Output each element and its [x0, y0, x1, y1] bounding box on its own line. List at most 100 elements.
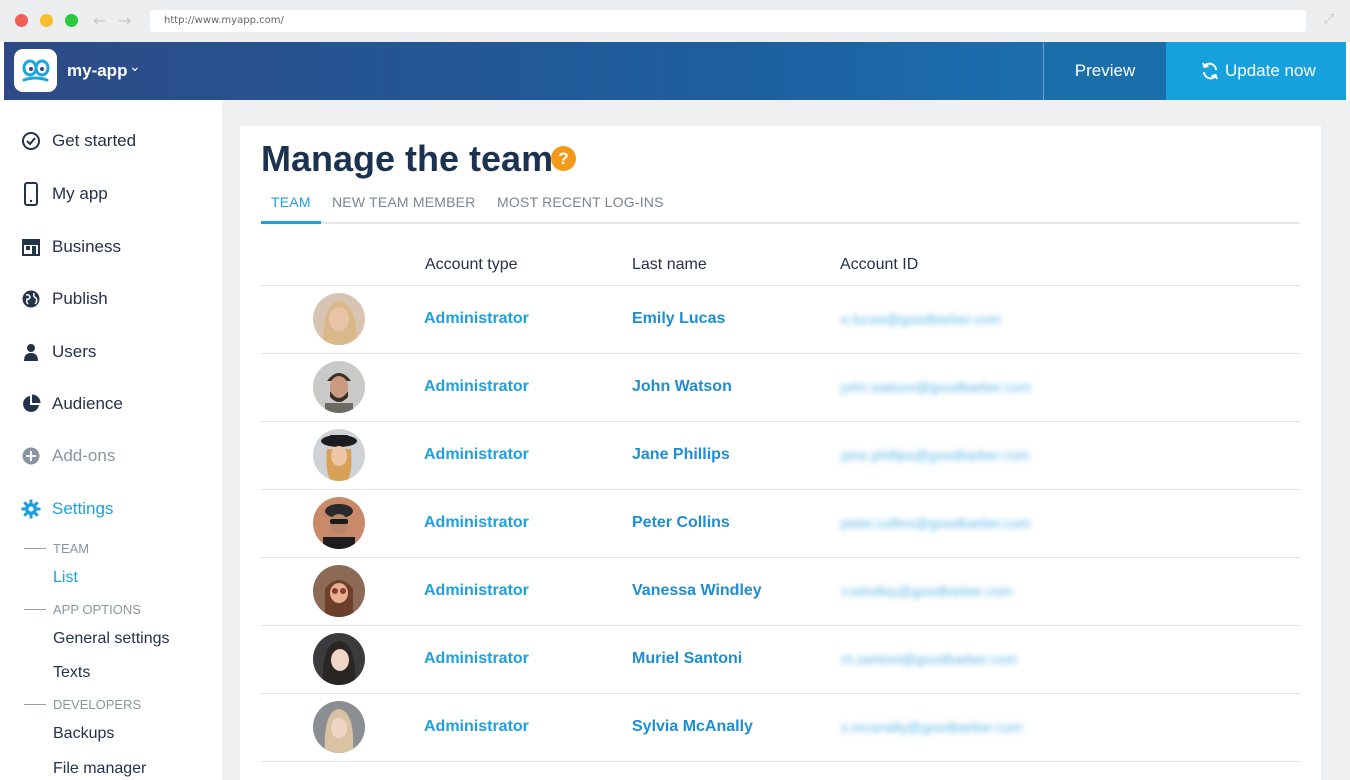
column-header-account-id[interactable]: Account ID	[840, 256, 918, 274]
divider	[24, 704, 46, 705]
app-logo[interactable]	[14, 49, 57, 92]
phone-icon	[20, 182, 42, 206]
account-type-link[interactable]: Administrator	[424, 310, 529, 328]
last-name-link[interactable]: Muriel Santoni	[632, 650, 742, 668]
sidebar-item-label: Get started	[52, 131, 137, 150]
column-header-last-name[interactable]: Last name	[632, 256, 707, 274]
divider	[24, 548, 46, 549]
account-id-text: s.mcanally@goodbarber.com	[841, 719, 1023, 735]
account-type-link[interactable]: Administrator	[424, 378, 529, 396]
divider	[24, 609, 46, 610]
table-row[interactable]: Administrator Emily Lucas e.lucas@goodba…	[261, 286, 1300, 354]
address-bar[interactable]: http://www.myapp.com/	[150, 10, 1306, 32]
maximize-window-button[interactable]	[65, 14, 78, 27]
account-id-text: v.windley@goodbarber.com	[841, 583, 1013, 599]
table-row[interactable]: Administrator Muriel Santoni m.santoni@g…	[261, 626, 1300, 694]
sidebar-item-audience[interactable]: Audience	[20, 391, 123, 417]
update-now-button[interactable]: Update now	[1166, 42, 1346, 100]
table-row[interactable]: Administrator Jane Phillips jane.phillip…	[261, 422, 1300, 490]
account-type-link[interactable]: Administrator	[424, 582, 529, 600]
last-name-link[interactable]: Emily Lucas	[632, 310, 725, 328]
plus-circle-icon	[20, 445, 42, 467]
update-now-label: Update now	[1225, 61, 1316, 80]
account-id-text: jane.phillips@goodbarber.com	[841, 447, 1030, 463]
sidebar-section-developers: DEVELOPERS	[24, 697, 141, 712]
sidebar-item-my-app[interactable]: My app	[20, 181, 108, 207]
account-type-link[interactable]: Administrator	[424, 718, 529, 736]
check-circle-icon	[20, 130, 42, 152]
sidebar-item-add-ons[interactable]: Add-ons	[20, 443, 115, 469]
table-row[interactable]: Administrator Peter Collins peter.collin…	[261, 490, 1300, 558]
minimize-window-button[interactable]	[40, 14, 53, 27]
tab-team[interactable]: TEAM	[271, 194, 311, 210]
gear-icon	[20, 498, 42, 520]
help-icon[interactable]: ?	[551, 146, 576, 171]
avatar	[313, 497, 365, 549]
sidebar-section-title: APP OPTIONS	[53, 602, 141, 617]
tab-new-team-member[interactable]: NEW TEAM MEMBER	[332, 194, 476, 210]
sidebar-section-title: DEVELOPERS	[53, 697, 142, 712]
account-type-link[interactable]: Administrator	[424, 446, 529, 464]
last-name-link[interactable]: Vanessa Windley	[632, 582, 762, 600]
app-name[interactable]: my-app	[67, 61, 127, 81]
sidebar-item-business[interactable]: Business	[20, 234, 121, 260]
expand-icon[interactable]: ⤢	[1324, 12, 1334, 27]
account-id-text: m.santoni@goodbarber.com	[841, 651, 1018, 667]
table-header: Account type Last name Account ID	[261, 252, 1300, 286]
table-row[interactable]: Administrator Sylvia McAnally s.mcanally…	[261, 694, 1300, 762]
avatar	[313, 701, 365, 753]
last-name-link[interactable]: Sylvia McAnally	[632, 718, 753, 736]
sidebar-link-texts[interactable]: Texts	[53, 664, 90, 682]
account-type-link[interactable]: Administrator	[424, 650, 529, 668]
tab-most-recent-log-ins[interactable]: MOST RECENT LOG-INS	[497, 194, 664, 210]
preview-button[interactable]: Preview	[1043, 42, 1166, 100]
avatar	[313, 633, 365, 685]
app-logo-icon	[22, 59, 50, 82]
back-arrow-icon[interactable]: ←	[93, 11, 106, 30]
sidebar: Get started My app Business Publish User…	[0, 100, 222, 780]
sidebar-link-list[interactable]: List	[53, 569, 78, 587]
sidebar-item-label: Settings	[52, 499, 114, 518]
account-id-text: john.watson@goodbarber.com	[841, 379, 1032, 395]
sidebar-section-title: TEAM	[53, 541, 90, 556]
last-name-link[interactable]: John Watson	[632, 378, 732, 396]
pie-chart-icon	[20, 393, 42, 415]
content-card: Manage the team ? TEAM NEW TEAM MEMBER M…	[240, 126, 1321, 780]
app-header: my-app ⌄ Preview Update now	[4, 42, 1346, 100]
sidebar-item-label: My app	[52, 184, 108, 203]
account-id-text: e.lucas@goodbarber.com	[841, 311, 1001, 327]
sidebar-item-get-started[interactable]: Get started	[20, 128, 136, 154]
sidebar-section-app-options: APP OPTIONS	[24, 602, 141, 617]
sidebar-item-publish[interactable]: Publish	[20, 286, 108, 312]
sidebar-section-team: TEAM	[24, 541, 89, 556]
close-window-button[interactable]	[15, 14, 28, 27]
avatar	[313, 565, 365, 617]
account-type-link[interactable]: Administrator	[424, 514, 529, 532]
last-name-link[interactable]: Jane Phillips	[632, 446, 730, 464]
user-icon	[20, 341, 42, 363]
browser-chrome: ← → http://www.myapp.com/ ⤢	[0, 0, 1350, 42]
sidebar-item-label: Business	[52, 237, 121, 256]
column-header-account-type[interactable]: Account type	[425, 256, 518, 274]
page-title: Manage the team	[261, 138, 554, 179]
sidebar-link-general-settings[interactable]: General settings	[53, 630, 170, 648]
avatar	[313, 429, 365, 481]
account-id-text: peter.collins@goodbarber.com	[841, 515, 1031, 531]
sidebar-item-label: Publish	[52, 289, 108, 308]
store-icon	[20, 236, 42, 258]
sidebar-link-file-manager[interactable]: File manager	[53, 760, 146, 778]
chevron-down-icon[interactable]: ⌄	[129, 59, 141, 75]
table-row[interactable]: Administrator Vanessa Windley v.windley@…	[261, 558, 1300, 626]
sidebar-item-settings[interactable]: Settings	[20, 496, 113, 522]
last-name-link[interactable]: Peter Collins	[632, 514, 730, 532]
sidebar-item-label: Audience	[52, 394, 123, 413]
forward-arrow-icon[interactable]: →	[118, 11, 131, 30]
table-row[interactable]: Administrator John Watson john.watson@go…	[261, 354, 1300, 422]
avatar	[313, 361, 365, 413]
active-tab-indicator	[261, 221, 321, 224]
sidebar-item-label: Add-ons	[52, 446, 116, 465]
globe-icon	[20, 288, 42, 310]
sidebar-link-backups[interactable]: Backups	[53, 725, 114, 743]
avatar	[313, 293, 365, 345]
sidebar-item-users[interactable]: Users	[20, 339, 96, 365]
